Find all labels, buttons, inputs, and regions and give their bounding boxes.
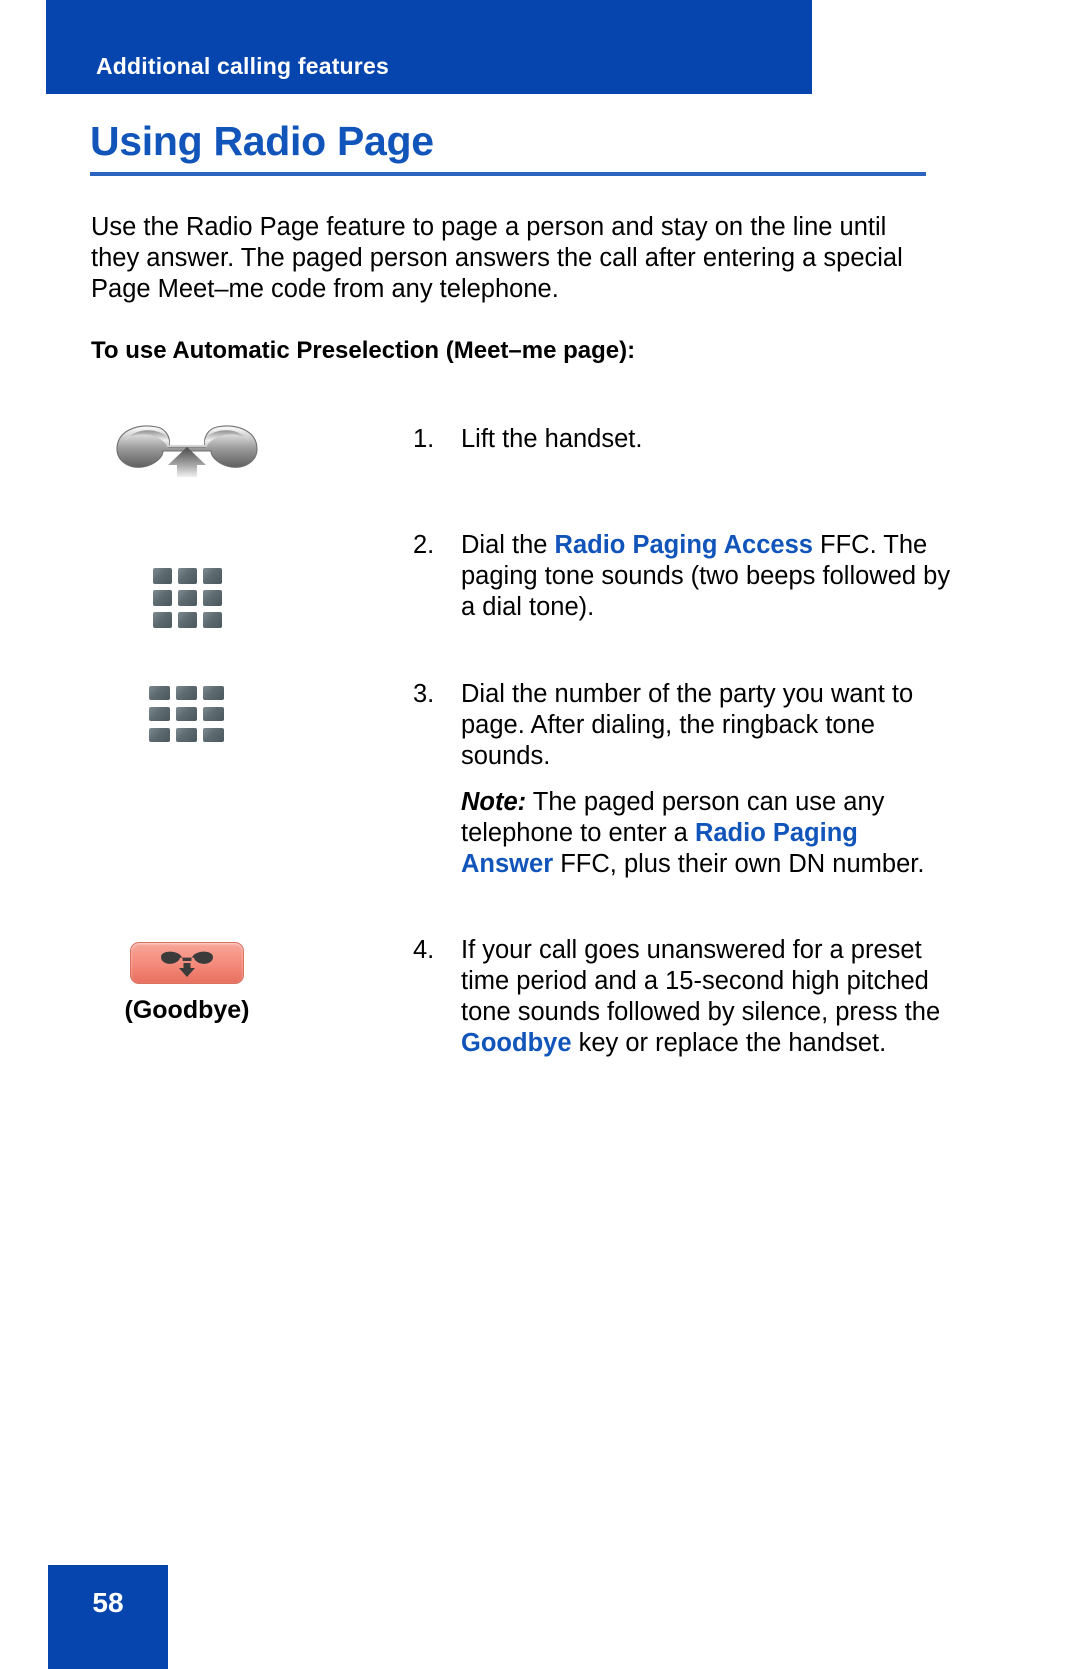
keypad-key [203, 728, 224, 742]
keypad-key [176, 707, 197, 721]
keypad-key [203, 686, 224, 700]
keypad-icon [153, 568, 222, 628]
running-header-bar: Additional calling features [46, 0, 812, 94]
keypad-key [153, 590, 172, 606]
step-3-icon-slot [72, 686, 302, 742]
keypad-key [178, 590, 197, 606]
step-3-note: Note: The paged person can use any telep… [461, 787, 951, 880]
keypad-key [203, 707, 224, 721]
step-3-number: 3. [413, 680, 435, 708]
highlighted-term: Goodbye [461, 1029, 572, 1057]
keypad-key [176, 728, 197, 742]
keypad-icon [149, 686, 225, 742]
keypad-key [149, 686, 170, 700]
keypad-key [176, 686, 197, 700]
text-run: Lift the handset. [461, 425, 643, 453]
step-1-icon-slot [72, 421, 302, 477]
keypad-key [203, 612, 222, 628]
keypad-key [203, 568, 222, 584]
step-2-number: 2. [413, 531, 435, 559]
title-underline-rule [90, 172, 926, 176]
page-title: Using Radio Page [90, 118, 434, 164]
keypad-key [149, 728, 170, 742]
running-header-label: Additional calling features [96, 53, 389, 79]
text-run: Dial the number of the party you want to… [461, 680, 914, 770]
step-2-icon-slot [72, 568, 302, 628]
goodbye-key-icon[interactable] [130, 942, 244, 984]
keypad-key [153, 568, 172, 584]
highlighted-term: Radio Paging Access [554, 531, 813, 559]
text-run: If your call goes unanswered for a prese… [461, 936, 941, 1026]
note-label: Note: [461, 788, 527, 816]
page-number: 58 [92, 1587, 124, 1618]
page-number-box: 58 [48, 1565, 168, 1669]
procedure-subheading: To use Automatic Preselection (Meet–me p… [91, 337, 636, 364]
keypad-key [203, 590, 222, 606]
intro-paragraph: Use the Radio Page feature to page a per… [91, 213, 903, 303]
step-4-icon-slot: (Goodbye) [72, 942, 302, 1025]
step-1-number: 1. [413, 425, 435, 453]
step-3-text: Dial the number of the party you want to… [461, 679, 951, 772]
keypad-key [149, 707, 170, 721]
step-4-number: 4. [413, 936, 435, 964]
step-1-text: Lift the handset. [461, 424, 951, 455]
keypad-key [153, 612, 172, 628]
text-run: FFC, plus their own DN number. [553, 850, 925, 878]
text-run: Dial the [461, 531, 555, 559]
handset-lift-icon [111, 421, 263, 477]
keypad-key [178, 568, 197, 584]
step-4-text: If your call goes unanswered for a prese… [461, 935, 951, 1059]
step-2-text: Dial the Radio Paging Access FFC. The pa… [461, 530, 951, 623]
keypad-key [178, 612, 197, 628]
text-run: key or replace the handset. [571, 1029, 887, 1057]
goodbye-key-label: (Goodbye) [124, 996, 250, 1024]
